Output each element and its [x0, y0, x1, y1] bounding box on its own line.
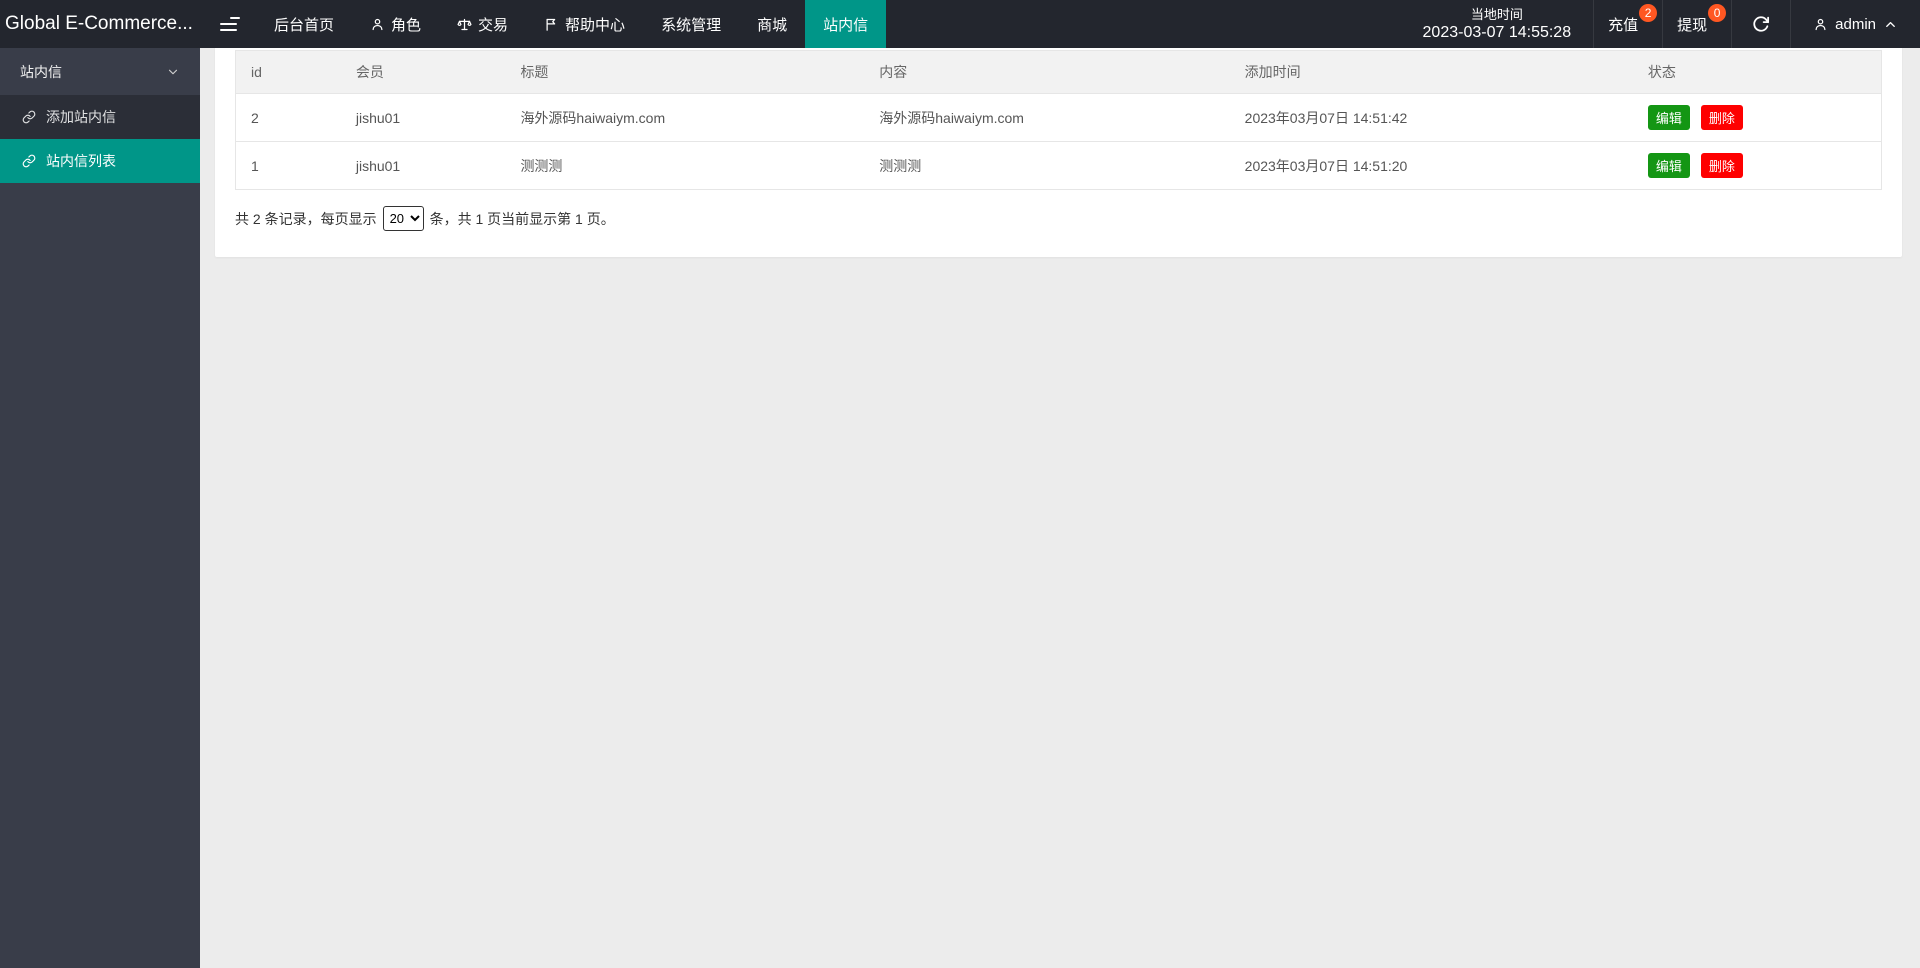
messages-table: id 会员 标题 内容 添加时间 状态 2 jishu01 海外源码haiwai… [235, 50, 1882, 190]
cell-content: 测测测 [864, 142, 1229, 190]
cell-actions: 编辑 删除 [1633, 94, 1882, 142]
edit-button[interactable]: 编辑 [1648, 105, 1690, 130]
recharge-button[interactable]: 充值 2 [1593, 0, 1662, 48]
message-list-card: id 会员 标题 内容 添加时间 状态 2 jishu01 海外源码haiwai… [215, 15, 1902, 257]
nav-item-system-management[interactable]: 系统管理 [643, 0, 739, 48]
cell-title: 海外源码haiwaiym.com [505, 94, 864, 142]
recharge-badge: 2 [1639, 4, 1657, 22]
cell-actions: 编辑 删除 [1633, 142, 1882, 190]
top-navigation: 后台首页 角色 交易 帮助中心 系统管理 商城 站内信 [256, 0, 886, 48]
chevron-down-icon [166, 65, 180, 79]
sidebar: 站内信 添加站内信 站内信列表 [0, 48, 200, 968]
cell-id: 1 [236, 142, 341, 190]
scales-icon [457, 17, 472, 32]
page-size-select[interactable]: 20 [383, 206, 424, 231]
col-header-id: id [236, 51, 341, 94]
nav-item-roles[interactable]: 角色 [352, 0, 439, 48]
col-header-title: 标题 [505, 51, 864, 94]
col-header-content: 内容 [864, 51, 1229, 94]
refresh-icon [1752, 15, 1770, 33]
nav-item-mall[interactable]: 商城 [739, 0, 805, 48]
chevron-up-icon [1883, 17, 1898, 32]
pagination: 共 2 条记录，每页显示 20 条，共 1 页当前显示第 1 页。 [235, 206, 1882, 231]
withdraw-badge: 0 [1708, 4, 1726, 22]
edit-button[interactable]: 编辑 [1648, 153, 1690, 178]
nav-item-messages[interactable]: 站内信 [805, 0, 886, 48]
app-logo: Global E-Commerce... [0, 0, 200, 48]
cell-added-time: 2023年03月07日 14:51:42 [1230, 94, 1633, 142]
cell-content: 海外源码haiwaiym.com [864, 94, 1229, 142]
cell-title: 测测测 [505, 142, 864, 190]
local-time: 当地时间 2023-03-07 14:55:28 [1401, 0, 1594, 48]
table-row: 1 jishu01 测测测 测测测 2023年03月07日 14:51:20 编… [236, 142, 1882, 190]
nav-item-dashboard[interactable]: 后台首页 [256, 0, 352, 48]
topbar: Global E-Commerce... 后台首页 角色 交易 帮助中心 系统管… [0, 0, 1920, 48]
pagination-prefix: 共 2 条记录，每页显示 [235, 209, 377, 229]
topbar-right: 当地时间 2023-03-07 14:55:28 充值 2 提现 0 admin [1401, 0, 1920, 48]
link-icon [22, 110, 36, 124]
user-icon [1813, 17, 1828, 32]
sidebar-group-messages[interactable]: 站内信 [0, 48, 200, 95]
local-time-label: 当地时间 [1471, 6, 1523, 23]
cell-member: jishu01 [341, 94, 506, 142]
nav-item-transactions[interactable]: 交易 [439, 0, 526, 48]
cell-added-time: 2023年03月07日 14:51:20 [1230, 142, 1633, 190]
link-icon [22, 154, 36, 168]
refresh-button[interactable] [1731, 0, 1790, 48]
withdraw-button[interactable]: 提现 0 [1662, 0, 1731, 48]
sidebar-item-message-list[interactable]: 站内信列表 [0, 139, 200, 183]
cell-id: 2 [236, 94, 341, 142]
pagination-suffix: 条，共 1 页当前显示第 1 页。 [430, 209, 615, 229]
menu-toggle-button[interactable] [200, 0, 256, 48]
delete-button[interactable]: 删除 [1701, 153, 1743, 178]
col-header-added-time: 添加时间 [1230, 51, 1633, 94]
nav-item-help-center[interactable]: 帮助中心 [526, 0, 643, 48]
sidebar-item-add-message[interactable]: 添加站内信 [0, 95, 200, 139]
table-header-row: id 会员 标题 内容 添加时间 状态 [236, 51, 1882, 94]
cell-member: jishu01 [341, 142, 506, 190]
local-time-value: 2023-03-07 14:55:28 [1423, 23, 1572, 43]
user-name: admin [1835, 16, 1876, 33]
flag-icon [544, 17, 559, 32]
col-header-member: 会员 [341, 51, 506, 94]
person-icon [370, 17, 385, 32]
delete-button[interactable]: 删除 [1701, 105, 1743, 130]
table-row: 2 jishu01 海外源码haiwaiym.com 海外源码haiwaiym.… [236, 94, 1882, 142]
user-menu[interactable]: admin [1790, 0, 1920, 48]
col-header-status: 状态 [1633, 51, 1882, 94]
